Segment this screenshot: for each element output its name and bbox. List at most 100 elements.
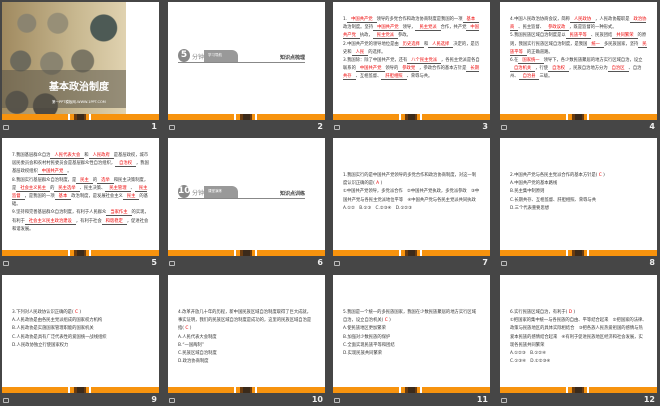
slide-number: 4 bbox=[649, 122, 655, 131]
footer-bar bbox=[333, 114, 490, 120]
fill-in-answer: 民主选举 bbox=[54, 185, 80, 192]
text-run: D.三个代表重要思想 bbox=[510, 205, 550, 211]
slide-title: 基本政治制度 bbox=[49, 82, 109, 93]
slide-thumbnail-6[interactable]: 10 分钟 课堂演练 知识点训练 bbox=[168, 138, 325, 256]
text-run: 合作，共产党 bbox=[440, 25, 467, 31]
fill-in-answer: 社会主义民主 bbox=[16, 185, 51, 192]
text-run: 政治制度。坚持 bbox=[343, 25, 374, 31]
footer-bar bbox=[168, 114, 325, 120]
section-divider bbox=[178, 198, 305, 199]
slide-number: 7 bbox=[482, 258, 488, 267]
text-run: B.加强对少数民族的保护 bbox=[343, 334, 391, 340]
transition-icon[interactable] bbox=[169, 398, 175, 403]
paragraph: A.中国共产党的基本路线 bbox=[510, 180, 647, 188]
transition-icon[interactable] bbox=[169, 125, 175, 130]
section-tag: 学习导航 bbox=[208, 53, 222, 57]
paragraph: A.①② B.①③ C.②③④ D.①②③ bbox=[343, 205, 480, 213]
slide-number: 10 bbox=[311, 395, 323, 404]
slide-thumbnail-9[interactable]: 3.下列对人民政协认识正确的是( C ) A.人民政协是由各民主党派组成的国家权力… bbox=[2, 275, 159, 393]
slide-thumbnail-4[interactable]: 4.中国人民政治协商会议，简称 人民政协 ，人民政协履职是 政治协商 、民主监督、 参政议… bbox=[500, 2, 657, 120]
paragraph: 1. 中国共产党 领导的多党合作和政治协商制度是我国的一项 基本政治制度。坚持 中国共产… bbox=[343, 16, 480, 41]
paragraph: B.“一国两制” bbox=[178, 342, 315, 350]
text-run: 的正确道路。 bbox=[526, 49, 553, 55]
paragraph: B.加强对少数民族的保护 bbox=[343, 334, 480, 342]
footer-bar bbox=[168, 387, 325, 393]
fill-in-answer: 人民 bbox=[351, 49, 369, 56]
text-run: ①把国家的集中统一与各民族的自由、平等结合起来 ②把国家的法律、政策与民族地区的… bbox=[510, 318, 647, 348]
fill-in-answer: 中国共产党 bbox=[37, 169, 68, 176]
fill-in-answer: 自治机关 bbox=[510, 66, 536, 73]
slide-thumbnail-2[interactable]: 5 分钟 学习导航 知识点梳理 bbox=[168, 2, 325, 120]
text-run: 3.我国除：除了中国共产党，还有 bbox=[343, 58, 408, 64]
slide-subtitle: 第一PPT模板网-WWW.1PPT.COM bbox=[52, 100, 106, 104]
text-run: 7.我国基层群众自治 bbox=[12, 153, 51, 158]
transition-icon[interactable] bbox=[169, 261, 175, 266]
transition-icon[interactable] bbox=[501, 398, 507, 403]
transition-icon[interactable] bbox=[501, 125, 507, 130]
transition-icon[interactable] bbox=[3, 261, 9, 266]
slide-body: 4.中国人民政治协商会议，简称 人民政协 ，人民政协履职是 政治协商 、民主监督、 参政议… bbox=[510, 16, 647, 82]
paragraph: A.使民族地区更加繁荣 bbox=[343, 325, 480, 333]
text-run: 5.我国是一个统一的多民族国家，我国在少数民族聚居的地方实行区域自治，设立自治机… bbox=[343, 310, 477, 324]
transition-icon[interactable] bbox=[3, 125, 9, 130]
text-run: ，人民政协履职是 bbox=[595, 17, 630, 22]
slide-thumbnail-10[interactable]: 4.改革开放几十年的历程，新中国民族区域自治制度取得了巨大成就，事实证明，我们的… bbox=[168, 275, 325, 393]
slide-body: 6.实行民族区域自治，有利于( D ) ①把国家的集中统一与各民族的自由、平等结合… bbox=[510, 309, 647, 366]
slide-number: 9 bbox=[151, 395, 157, 404]
slide-thumbnail-11[interactable]: 5.我国是一个统一的多民族国家，我国在少数民族聚居的地方实行区域自治，设立自治机… bbox=[333, 275, 490, 393]
text-run: 执政， bbox=[359, 33, 373, 39]
footer-bar bbox=[2, 114, 159, 120]
text-run: ) bbox=[380, 181, 383, 187]
paragraph: 3.我国除：除了中国共产党，还有 八个民主党派 ，各民主党派是各自联系的 中国共产党领… bbox=[343, 57, 480, 82]
fill-in-answer: 参政党 bbox=[398, 66, 420, 73]
fill-in-answer: 八个民主党派 bbox=[407, 58, 442, 65]
footer-bar bbox=[500, 387, 657, 393]
text-run: ，有利于社会 bbox=[75, 218, 102, 224]
text-run: 多民族国家，坚持 bbox=[603, 41, 639, 47]
slide-number: 8 bbox=[649, 258, 655, 267]
transition-icon[interactable] bbox=[334, 261, 340, 266]
text-run: A.人民政协是由各民主党派组成的国家权力机构 bbox=[12, 318, 103, 324]
text-run: ) bbox=[79, 310, 82, 315]
text-run: 参政。 bbox=[397, 33, 411, 39]
paragraph: ①把国家的集中统一与各民族的自由、平等结合起来 ②把国家的法律、政策与民族地区的… bbox=[510, 317, 647, 350]
fill-in-answer: 自治权 bbox=[548, 66, 569, 73]
text-run: ，参政合作的基本方针是 bbox=[419, 66, 467, 72]
footer-decoration bbox=[68, 114, 92, 120]
footer-decoration bbox=[566, 387, 590, 393]
text-run: 领导下，各少数民族聚居的地方实行区域自治，设立 bbox=[543, 58, 643, 64]
transition-icon[interactable] bbox=[501, 261, 507, 266]
footer-decoration bbox=[399, 114, 423, 120]
footer-bar bbox=[2, 250, 159, 256]
slide-thumbnail-3[interactable]: 1. 中国共产党 领导的多党合作和政治协商制度是我国的一项 基本政治制度。坚持 中国共产… bbox=[333, 2, 490, 120]
slide-thumbnail-8[interactable]: 2.中国共产党与各民主党派合作的基本方针是( C ) A.中国共产党的基本路线 B.… bbox=[500, 138, 657, 256]
text-run: C.人民政协是具有广泛代表性的爱国统一战线组织 bbox=[12, 334, 107, 340]
fill-in-answer: 人民政府 bbox=[88, 153, 114, 159]
fill-in-answer: 自治区 bbox=[607, 66, 629, 73]
paragraph: A.人民代表大会制度 bbox=[178, 334, 315, 342]
slide-thumbnail-5[interactable]: 7.我国基层群众自治 人民代表大会和人民政府 是基层政权，城市居民委员会和农村村民委… bbox=[2, 138, 159, 256]
footer-bar bbox=[500, 114, 657, 120]
section-unit: 分钟 bbox=[192, 190, 205, 197]
fill-in-answer: 民主 bbox=[76, 177, 93, 184]
slide-thumbnail-12[interactable]: 6.实行民族区域自治，有利于( D ) ①把国家的集中统一与各民族的自由、平等结合… bbox=[500, 275, 657, 393]
section-unit: 分钟 bbox=[192, 54, 205, 61]
slide-thumbnail-1[interactable]: 基本政治制度第一PPT模板网-WWW.1PPT.COM bbox=[2, 2, 159, 120]
paragraph: 4.中国人民政治协商会议，简称 人民政协 ，人民政协履职是 政治协商 、民主监督、 参政议… bbox=[510, 16, 647, 32]
section-tag: 课堂演练 bbox=[208, 189, 222, 193]
text-run: A.①②③ B.①②④ bbox=[510, 351, 546, 357]
fill-in-answer: 民主管理 bbox=[105, 185, 131, 192]
paragraph: A.①②③ B.①②④ bbox=[510, 350, 647, 358]
text-run: 9.坚持和完善基层群众自治制度，有利于人民群众 bbox=[12, 210, 107, 216]
text-run: D.人民政协独立行使国家权力 bbox=[12, 342, 69, 348]
transition-icon[interactable] bbox=[334, 398, 340, 403]
transition-icon[interactable] bbox=[3, 398, 9, 403]
text-run: ) bbox=[189, 326, 192, 332]
footer-decoration bbox=[234, 250, 258, 256]
footer-decoration bbox=[399, 250, 423, 256]
fill-in-answer: 中国共产党 bbox=[373, 25, 403, 32]
transition-icon[interactable] bbox=[334, 125, 340, 130]
slide-thumbnail-7[interactable]: 1.我国实行的是中国共产党领导的多党合作和政治协商制度，对这一制度认识正确的是(… bbox=[333, 138, 490, 256]
slide-body: 7.我国基层群众自治 人民代表大会和人民政府 是基层政权，城市居民委员会和农村村民委… bbox=[12, 152, 149, 234]
text-run: C.长期共存、互相监督、肝胆相照、荣辱与共 bbox=[510, 197, 597, 203]
